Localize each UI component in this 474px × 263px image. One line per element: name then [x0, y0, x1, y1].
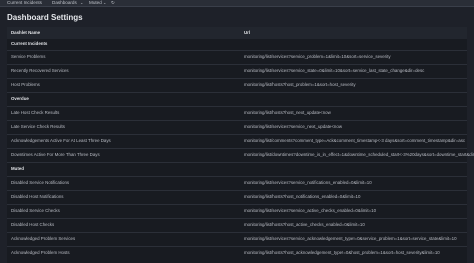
dashlet-name[interactable]: Host Problems [11, 79, 40, 91]
dashlet-url: monitoring/list/services?service_active_… [244, 208, 377, 213]
table-row[interactable]: Late Service Check Results monitoring/li… [7, 121, 467, 133]
table-row[interactable]: Acknowledged Problem Hosts monitoring/li… [7, 247, 467, 259]
section-header-overdue: Overdue [7, 93, 467, 105]
dashlet-url: monitoring/list/hosts?host_notifications… [244, 194, 361, 199]
top-navigation-bar: Current Incidents Dashboards ⌄ Muted ⌄ ↻ [0, 0, 474, 7]
section-title: Overdue [11, 96, 29, 101]
dashlet-name[interactable]: Service Problems [11, 51, 45, 63]
tab-dashboards[interactable]: Dashboards [52, 0, 77, 6]
dashlet-name[interactable]: Disabled Service Checks [11, 205, 60, 217]
table-row[interactable]: Disabled Service Notifications monitorin… [7, 177, 467, 189]
dashlet-url: monitoring/list/hosts?host_next_update<n… [244, 110, 331, 115]
section-title: Current Incidents [11, 41, 48, 46]
dashlet-url: monitoring/list/hosts?host_acknowledgeme… [244, 250, 440, 255]
chevron-down-icon[interactable]: ⌄ [103, 0, 106, 6]
dashlet-url: monitoring/list/services?service_next_up… [244, 124, 342, 129]
table-row[interactable]: Late Host Check Results monitoring/list/… [7, 107, 467, 119]
dashlet-url: monitoring/list/services?service_problem… [244, 54, 391, 59]
refresh-icon[interactable]: ↻ [111, 0, 115, 6]
table-row[interactable]: Recently Recovered Services monitoring/l… [7, 65, 467, 77]
dashlet-url: monitoring/list/services?service_notific… [244, 180, 372, 185]
dashlet-url: monitoring/list/hosts?host_problem=1&sor… [244, 82, 356, 87]
table-row[interactable]: Host Problems monitoring/list/hosts?host… [7, 79, 467, 91]
dashlet-name[interactable]: Disabled Host Checks [11, 219, 54, 231]
section-header-muted: Muted [7, 163, 467, 175]
dashlet-name[interactable]: Downtimes Active For More Than Three Day… [11, 149, 100, 161]
dashlet-name[interactable]: Acknowledged Problem Hosts [11, 247, 70, 259]
dashlet-name[interactable]: Late Service Check Results [11, 121, 65, 133]
tab-current-incidents[interactable]: Current Incidents [7, 0, 42, 6]
dashlet-url: monitoring/list/services?service_state=0… [244, 68, 425, 73]
dashlet-name[interactable]: Acknowledgements Active For At Least Thr… [11, 135, 111, 147]
dashlet-name[interactable]: Disabled Host Notifications [11, 191, 63, 203]
dashlet-name[interactable]: Recently Recovered Services [11, 65, 69, 77]
table-row[interactable]: Service Problems monitoring/list/service… [7, 51, 467, 63]
table-row[interactable]: Disabled Host Notifications monitoring/l… [7, 191, 467, 203]
table-row[interactable]: Acknowledged Problem Services monitoring… [7, 233, 467, 245]
dashlet-name[interactable]: Acknowledged Problem Services [11, 233, 75, 245]
dashlet-name[interactable]: Late Host Check Results [11, 107, 59, 119]
chevron-down-icon[interactable]: ⌄ [80, 0, 83, 6]
section-header-current-incidents: Current Incidents [7, 38, 467, 50]
section-title: Muted [11, 166, 24, 171]
dashlet-url: monitoring/list/hosts?host_active_checks… [244, 222, 365, 227]
page-title: Dashboard Settings [7, 13, 83, 22]
tab-muted[interactable]: Muted [89, 0, 102, 6]
dashlet-url: monitoring/list/downtimes?downtime_is_in… [244, 152, 474, 157]
table-row[interactable]: Downtimes Active For More Than Three Day… [7, 149, 474, 161]
table-row[interactable]: Disabled Host Checks monitoring/list/hos… [7, 219, 467, 231]
dashlet-url: monitoring/list/services?service_acknowl… [244, 236, 457, 241]
table-row[interactable]: Acknowledgements Active For At Least Thr… [7, 135, 467, 147]
dashlet-url: monitoring/list/comments?comment_type=Ac… [244, 138, 466, 143]
dashlet-settings-table: Dashlet Name Url Current Incidents Servi… [7, 27, 474, 263]
dashlet-name[interactable]: Disabled Service Notifications [11, 177, 69, 189]
table-row[interactable]: Disabled Service Checks monitoring/list/… [7, 205, 467, 217]
